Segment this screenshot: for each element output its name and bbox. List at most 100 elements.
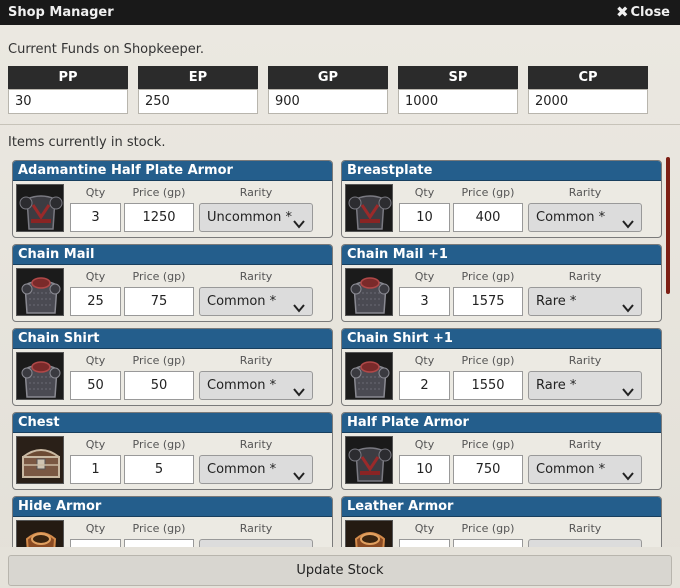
update-stock-button[interactable]: Update Stock bbox=[8, 555, 672, 586]
item-card-chest: Chest Qty Price (gp) Rarity Common * bbox=[12, 412, 333, 490]
qty-input[interactable] bbox=[70, 287, 121, 316]
price-label: Price (gp) bbox=[132, 438, 186, 451]
chevron-down-icon bbox=[293, 296, 305, 321]
price-label: Price (gp) bbox=[132, 270, 186, 283]
close-label: Close bbox=[630, 5, 670, 20]
rarity-select[interactable]: Common * bbox=[199, 455, 313, 484]
hide-armor-icon bbox=[16, 520, 64, 547]
qty-input[interactable] bbox=[70, 371, 121, 400]
qty-input[interactable] bbox=[399, 539, 450, 547]
price-label: Price (gp) bbox=[132, 522, 186, 535]
item-name: Chest bbox=[13, 413, 332, 433]
rarity-value: Rare * bbox=[536, 294, 577, 309]
qty-label: Qty bbox=[414, 354, 435, 367]
qty-label: Qty bbox=[85, 354, 106, 367]
fund-header: PP bbox=[8, 66, 128, 89]
rarity-select[interactable]: Common * bbox=[199, 371, 313, 400]
price-input[interactable] bbox=[453, 455, 523, 484]
rarity-value: Common * bbox=[207, 462, 277, 477]
fund-input-sp[interactable] bbox=[398, 89, 518, 114]
price-input[interactable] bbox=[453, 203, 523, 232]
rarity-value: Rare * bbox=[536, 378, 577, 393]
hide-armor-icon bbox=[345, 520, 393, 547]
price-input[interactable] bbox=[453, 371, 523, 400]
price-label: Price (gp) bbox=[461, 438, 515, 451]
rarity-select[interactable] bbox=[528, 539, 642, 547]
price-label: Price (gp) bbox=[132, 186, 186, 199]
qty-label: Qty bbox=[85, 522, 106, 535]
fund-header: GP bbox=[268, 66, 388, 89]
price-input[interactable] bbox=[124, 539, 194, 547]
qty-label: Qty bbox=[414, 522, 435, 535]
rarity-select[interactable]: Rare * bbox=[528, 287, 642, 316]
fund-input-pp[interactable] bbox=[8, 89, 128, 114]
qty-input[interactable] bbox=[399, 287, 450, 316]
item-name: Chain Shirt bbox=[13, 329, 332, 349]
price-label: Price (gp) bbox=[461, 270, 515, 283]
price-input[interactable] bbox=[124, 287, 194, 316]
qty-label: Qty bbox=[414, 270, 435, 283]
rarity-label: Rarity bbox=[239, 186, 273, 199]
item-name: Breastplate bbox=[342, 161, 661, 181]
chest-icon bbox=[16, 436, 64, 484]
shop-manager-content: Current Funds on Shopkeeper. PPEPGPSPCP … bbox=[0, 25, 680, 588]
item-card-chain-shirt: Chain Shirt Qty Price (gp) Rarity Common * bbox=[12, 328, 333, 406]
item-card-half-plate-armor: Half Plate Armor Qty Price (gp) Rarity Commo… bbox=[341, 412, 662, 490]
item-name: Half Plate Armor bbox=[342, 413, 661, 433]
price-label: Price (gp) bbox=[461, 522, 515, 535]
rarity-select[interactable]: Common * bbox=[528, 455, 642, 484]
fund-input-gp[interactable] bbox=[268, 89, 388, 114]
price-input[interactable] bbox=[453, 287, 523, 316]
scrollbar-thumb[interactable] bbox=[666, 157, 670, 294]
funds-label: Current Funds on Shopkeeper. bbox=[8, 42, 204, 57]
fund-input-ep[interactable] bbox=[138, 89, 258, 114]
close-button[interactable]: ✖ Close bbox=[616, 5, 670, 21]
item-card-chain-shirt-1: Chain Shirt +1 Qty Price (gp) Rarity Rare * bbox=[341, 328, 662, 406]
qty-input[interactable] bbox=[70, 203, 121, 232]
footer-bar: Update Stock bbox=[0, 547, 680, 588]
price-input[interactable] bbox=[124, 371, 194, 400]
qty-input[interactable] bbox=[399, 203, 450, 232]
item-card-breastplate: Breastplate Qty Price (gp) Rarity Common * bbox=[341, 160, 662, 238]
item-name: Hide Armor bbox=[13, 497, 332, 517]
rarity-select[interactable]: Common * bbox=[528, 203, 642, 232]
rarity-value: Common * bbox=[207, 294, 277, 309]
rarity-label: Rarity bbox=[239, 522, 273, 535]
price-input[interactable] bbox=[124, 455, 194, 484]
chevron-down-icon bbox=[622, 212, 634, 237]
rarity-select[interactable] bbox=[199, 539, 313, 547]
chain-armor-icon bbox=[16, 352, 64, 400]
item-name: Leather Armor bbox=[342, 497, 661, 517]
price-input[interactable] bbox=[453, 539, 523, 547]
rarity-label: Rarity bbox=[239, 438, 273, 451]
armor-icon bbox=[345, 436, 393, 484]
chevron-down-icon bbox=[622, 296, 634, 321]
qty-input[interactable] bbox=[70, 539, 121, 547]
qty-label: Qty bbox=[85, 270, 106, 283]
chain-armor-icon bbox=[16, 268, 64, 316]
chevron-down-icon bbox=[622, 380, 634, 405]
chevron-down-icon bbox=[293, 464, 305, 489]
rarity-label: Rarity bbox=[568, 438, 602, 451]
price-input[interactable] bbox=[124, 203, 194, 232]
rarity-select[interactable]: Uncommon * bbox=[199, 203, 313, 232]
fund-pp: PP bbox=[8, 66, 128, 114]
fund-sp: SP bbox=[398, 66, 518, 114]
rarity-select[interactable]: Common * bbox=[199, 287, 313, 316]
fund-input-cp[interactable] bbox=[528, 89, 648, 114]
qty-input[interactable] bbox=[70, 455, 121, 484]
qty-input[interactable] bbox=[399, 371, 450, 400]
chevron-down-icon bbox=[622, 464, 634, 489]
rarity-value: Common * bbox=[207, 378, 277, 393]
qty-input[interactable] bbox=[399, 455, 450, 484]
chain-armor-icon bbox=[345, 352, 393, 400]
chain-armor-icon bbox=[345, 268, 393, 316]
rarity-label: Rarity bbox=[568, 522, 602, 535]
item-card-hide-armor: Hide Armor Qty Price (gp) Rarity bbox=[12, 496, 333, 547]
item-name: Chain Mail +1 bbox=[342, 245, 661, 265]
rarity-select[interactable]: Rare * bbox=[528, 371, 642, 400]
stock-grid[interactable]: Adamantine Half Plate Armor Qty Price (gp)… bbox=[12, 160, 664, 547]
chevron-down-icon bbox=[293, 380, 305, 405]
qty-label: Qty bbox=[85, 186, 106, 199]
item-card-leather-armor: Leather Armor Qty Price (gp) Rarity bbox=[341, 496, 662, 547]
